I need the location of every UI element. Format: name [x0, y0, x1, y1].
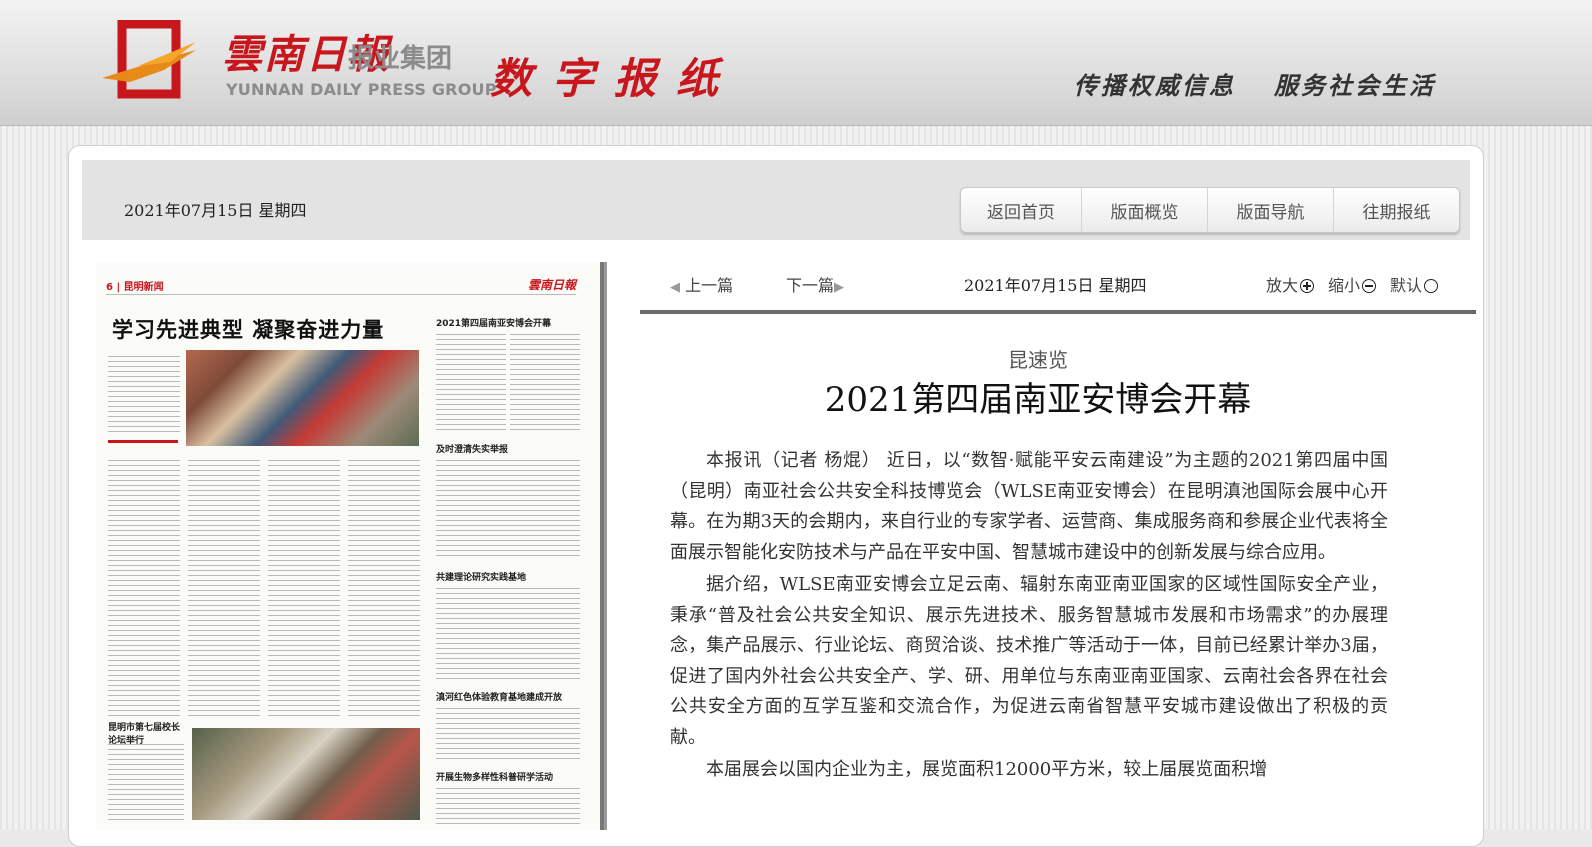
page-photo[interactable]: [186, 350, 419, 446]
zoom-out-label: 缩小: [1328, 276, 1361, 295]
next-label: 下一篇: [786, 276, 835, 295]
zoom-default-icon: [1424, 279, 1439, 293]
article-title: 2021第四届南亚安博会开幕: [824, 380, 1252, 420]
next-article-link[interactable]: 下一篇▶: [786, 272, 844, 296]
page-headline[interactable]: 学习先进典型 凝聚奋进力量: [112, 314, 384, 344]
zoom-out-icon: [1362, 279, 1377, 293]
side-headline[interactable]: 开展生物多样性科普研学活动: [436, 770, 553, 783]
slogan-right: 服务社会生活: [1274, 71, 1436, 100]
zoom-out-button[interactable]: 缩小: [1328, 272, 1377, 296]
zoom-in-button[interactable]: 放大: [1266, 272, 1315, 296]
slogan-left: 传播权威信息: [1074, 71, 1236, 100]
site-header: 雲南日報 报业集团 YUNNAN DAILY PRESS GROUP 数字报纸 …: [0, 0, 1592, 126]
article-paragraph: 据介绍，WLSE南亚安博会立足云南、辐射东南亚南亚国家的区域性国际安全产业，秉承…: [670, 574, 1388, 748]
text-column[interactable]: [188, 458, 260, 718]
text-column[interactable]: [436, 786, 580, 826]
page-photo-bottom[interactable]: [192, 728, 420, 820]
toolbar-divider: [640, 310, 1476, 314]
page-navigation-button[interactable]: 版面导航: [1207, 188, 1333, 232]
page-header: 6 | 昆明新闻 雲南日報: [106, 276, 576, 295]
newspaper-page-thumbnail[interactable]: 6 | 昆明新闻 雲南日報 学习先进典型 凝聚奋进力量 2021第四届南亚安博会…: [96, 262, 607, 830]
page-label: 6 | 昆明新闻: [106, 282, 164, 293]
text-column[interactable]: [108, 742, 184, 822]
issue-date: 2021年07月15日 星期四: [124, 201, 307, 220]
text-column[interactable]: [108, 354, 180, 434]
page-edge: [600, 262, 604, 830]
right-arrow-icon: ▶: [834, 280, 845, 295]
text-column[interactable]: [108, 458, 180, 718]
brand-press-group: 报业集团: [348, 44, 453, 74]
article-kicker: 昆速览: [1008, 348, 1068, 372]
site-title: 数字报纸: [490, 54, 739, 103]
zoom-in-icon: [1300, 279, 1315, 293]
reader-toolbar: ◀ 上一篇 下一篇▶ 2021年07月15日 星期四 放大 缩小 默认: [640, 262, 1476, 310]
page-logo: 雲南日報: [527, 278, 576, 292]
zoom-default-button[interactable]: 默认: [1390, 272, 1439, 296]
page-overview-button[interactable]: 版面概览: [1081, 188, 1207, 232]
text-column[interactable]: [436, 458, 580, 558]
text-column[interactable]: [268, 458, 340, 718]
top-nav: 返回首页 版面概览 版面导航 往期报纸: [960, 187, 1460, 233]
text-column[interactable]: [436, 332, 506, 432]
zoom-default-label: 默认: [1390, 276, 1423, 295]
text-column[interactable]: [436, 706, 580, 762]
side-headline[interactable]: 滇河红色体验教育基地建成开放: [436, 690, 562, 703]
prev-article-link[interactable]: ◀ 上一篇: [670, 272, 733, 296]
zoom-in-label: 放大: [1266, 276, 1299, 295]
slogan: 传播权威信息 服务社会生活: [1074, 66, 1436, 101]
past-issues-button[interactable]: 往期报纸: [1333, 188, 1459, 232]
side-headline[interactable]: 及时澄清失实举报: [436, 442, 508, 455]
text-column[interactable]: [510, 332, 580, 432]
reader-date: 2021年07月15日 星期四: [964, 276, 1147, 295]
red-divider: [108, 440, 178, 443]
article-paragraph: 本届展会以国内企业为主，展览面积12000平方米，较上届展览面积增: [706, 759, 1268, 780]
side-headline[interactable]: 2021第四届南亚安博会开幕: [436, 316, 551, 329]
side-headline[interactable]: 昆明市第七届校长论坛举行: [108, 720, 188, 746]
yunnan-daily-logo-icon: [102, 20, 196, 99]
brand-english: YUNNAN DAILY PRESS GROUP: [226, 80, 497, 99]
left-arrow-icon: ◀: [670, 280, 680, 295]
article-paragraph: 本报讯（记者 杨焜） 近日，以“数智·赋能平安云南建设”为主题的2021第四届中…: [670, 450, 1388, 563]
home-button[interactable]: 返回首页: [961, 188, 1081, 232]
text-column[interactable]: [436, 586, 580, 682]
article-body: 本报讯（记者 杨焜） 近日，以“数智·赋能平安云南建设”为主题的2021第四届中…: [670, 446, 1388, 788]
text-column[interactable]: [348, 458, 420, 718]
prev-label: 上一篇: [685, 276, 734, 295]
side-headline[interactable]: 共建理论研究实践基地: [436, 570, 526, 583]
article-reader: ◀ 上一篇 下一篇▶ 2021年07月15日 星期四 放大 缩小 默认 昆速览 …: [640, 262, 1476, 830]
